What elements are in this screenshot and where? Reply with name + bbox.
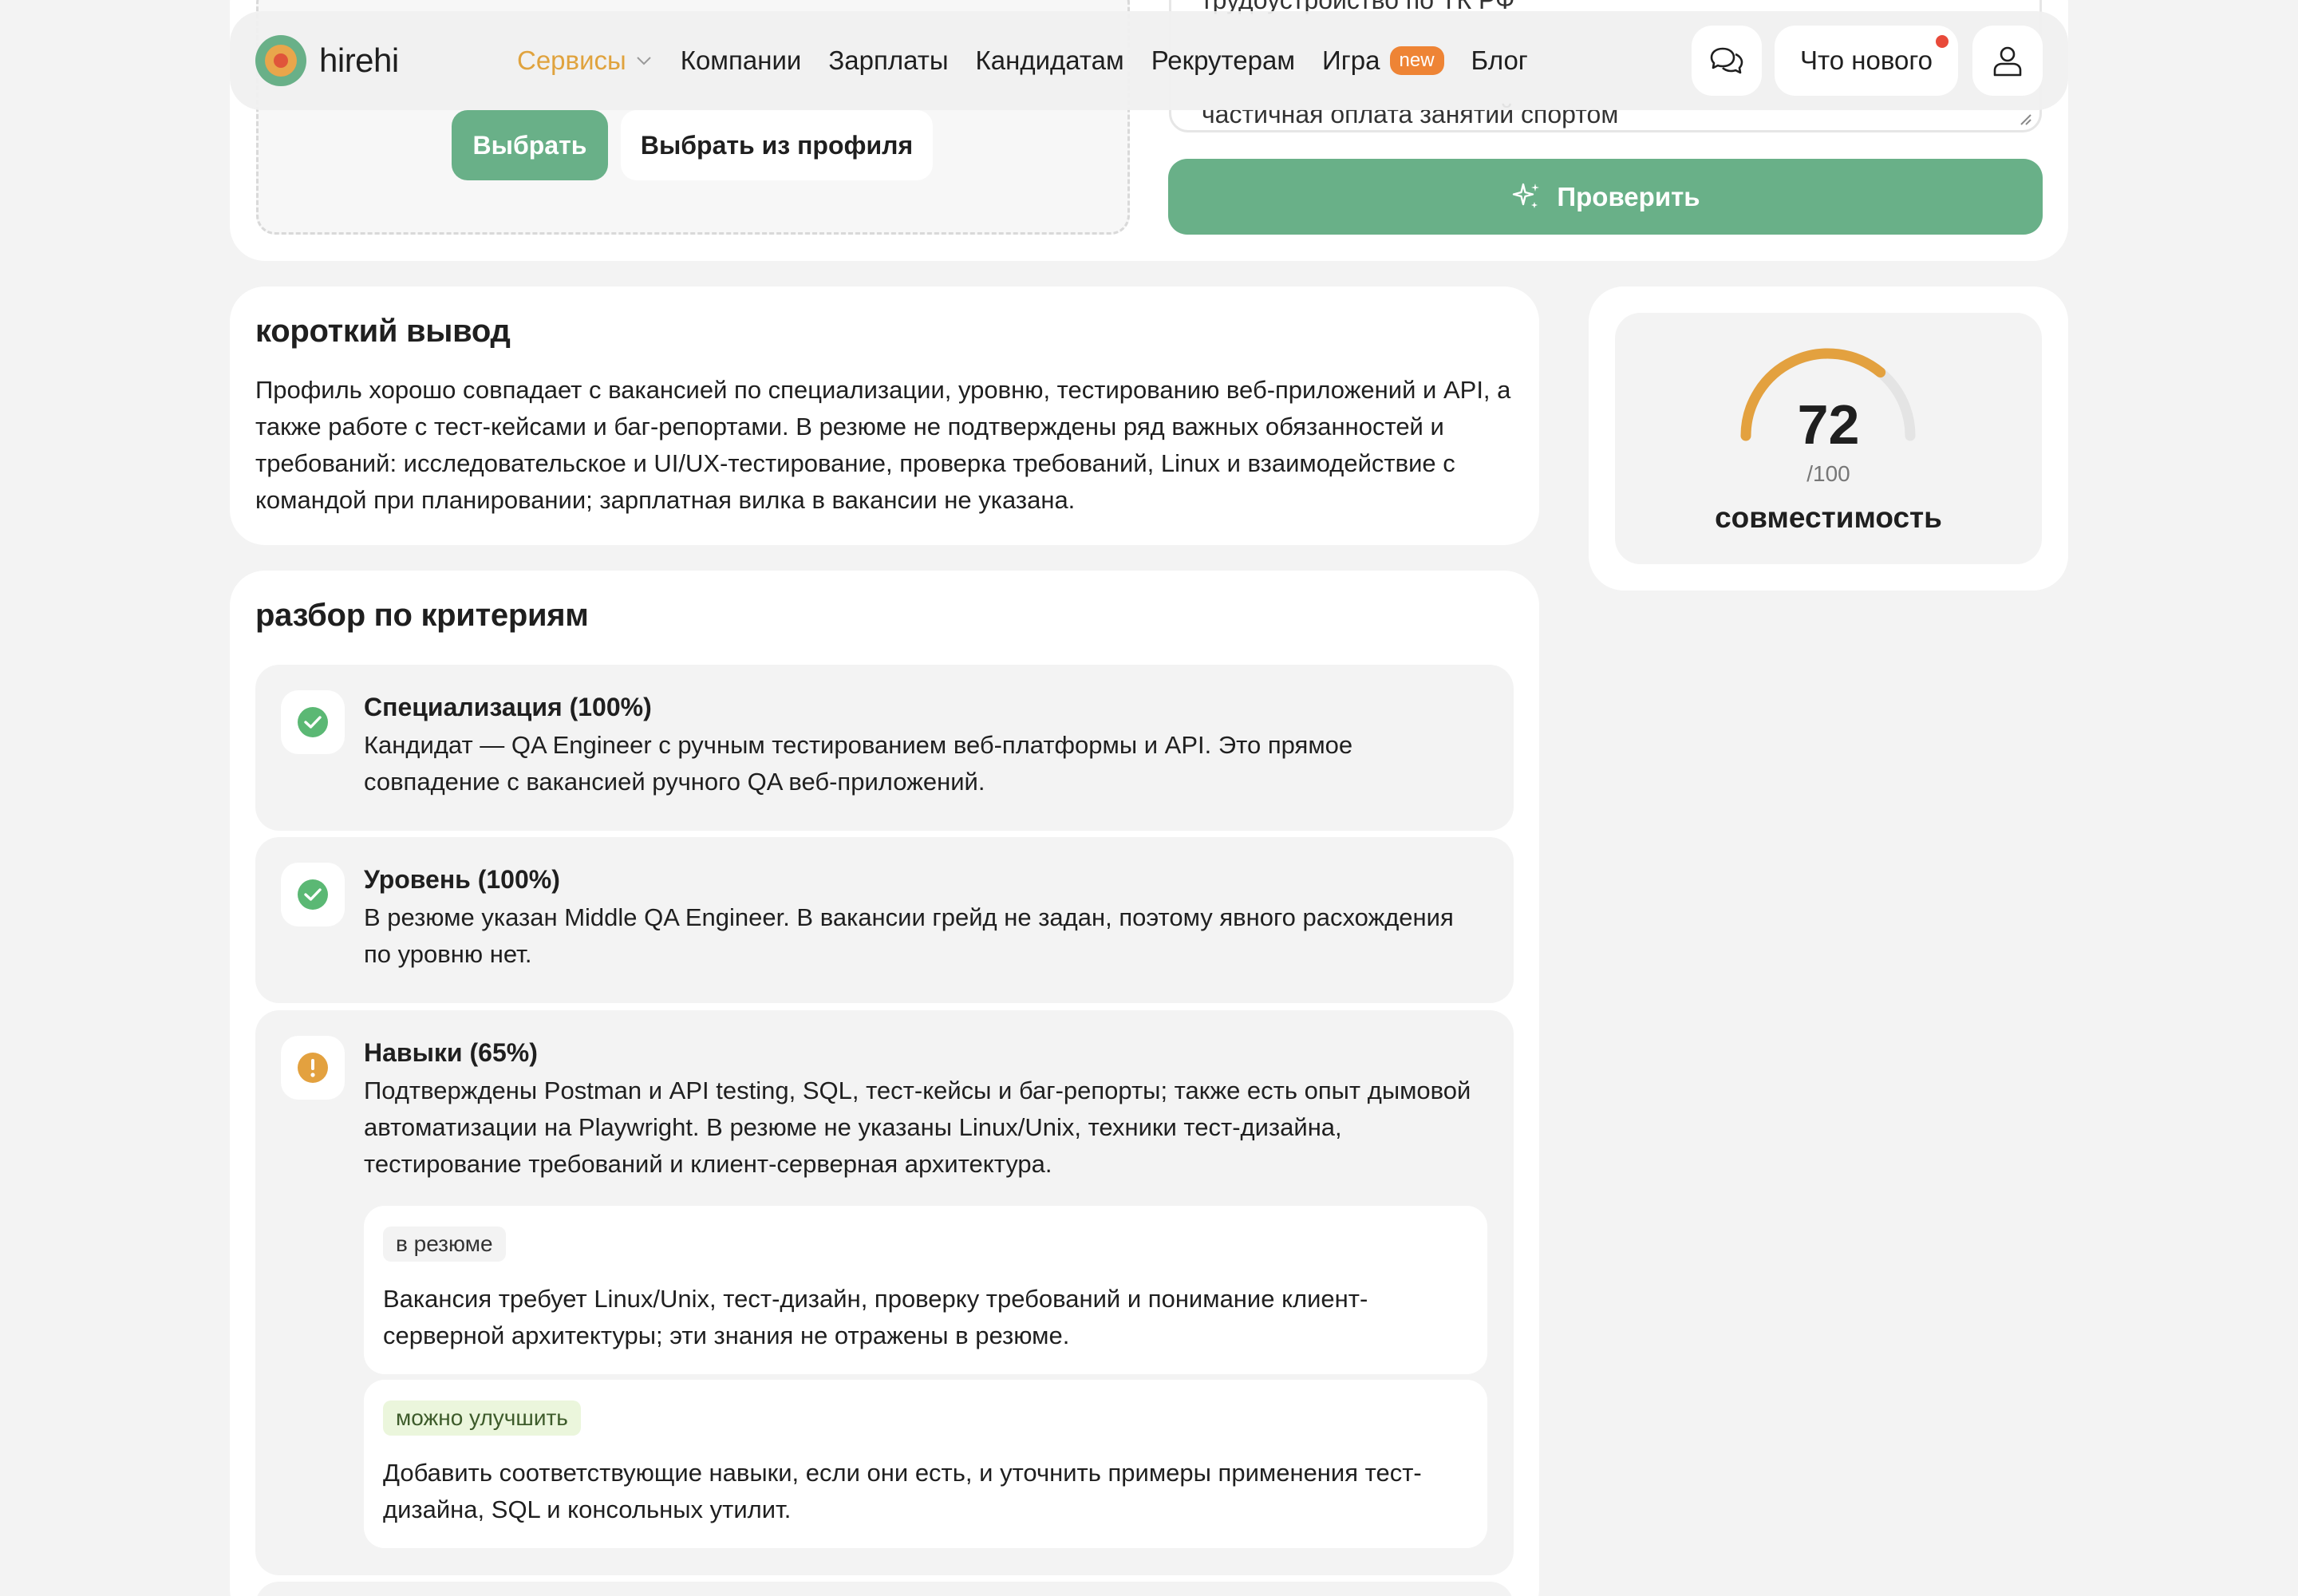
nav-game-label: Игра [1322, 45, 1380, 75]
note-tag-improve: можно улучшить [383, 1400, 581, 1436]
criterion-text: Кандидат — QA Engineer с ручным тестиров… [364, 731, 1353, 796]
new-badge: new [1389, 46, 1444, 75]
logo-text: hirehi [319, 41, 399, 79]
nav-salaries[interactable]: Зарплаты [828, 45, 948, 76]
note-text: Добавить соответствующие навыки, если он… [383, 1459, 1422, 1523]
chat-button[interactable] [1692, 26, 1762, 96]
status-icon-wrap [281, 690, 345, 754]
status-icon-wrap [281, 863, 345, 926]
top-navigation-bar: hirehi Сервисы Компании Зарплаты Кандида… [230, 11, 2068, 110]
chevron-down-icon [637, 57, 651, 65]
criteria-title: разбор по критериям [255, 598, 589, 633]
hirehi-logo-icon [255, 35, 306, 86]
compatibility-score-card: 72 /100 совместимость [1589, 286, 2068, 591]
criterion-item: Специализация (100%) Кандидат — QA Engin… [255, 665, 1514, 831]
score-max: /100 [1806, 461, 1850, 486]
criterion-item: Уровень (100%) В резюме указан Middle QA… [255, 837, 1514, 1003]
nav-game[interactable]: Игра new [1322, 45, 1444, 76]
nav-companies[interactable]: Компании [681, 45, 802, 76]
page: Выбрать Выбрать из профиля частичная опл… [0, 0, 2298, 1596]
status-icon-wrap [281, 1036, 345, 1100]
chat-bubbles-icon [1710, 47, 1743, 74]
criterion-note: можно улучшить Добавить соответствующие … [364, 1380, 1487, 1548]
score-value: 72 [1797, 393, 1860, 456]
warning-circle-icon [298, 1053, 328, 1083]
criterion-text: Подтверждены Postman и API testing, SQL,… [364, 1077, 1471, 1178]
compatibility-score-panel: 72 /100 совместимость [1615, 313, 2042, 564]
criteria-card: разбор по критериям Специализация (100%)… [230, 571, 1539, 1596]
whats-new-button[interactable]: Что нового [1775, 26, 1958, 96]
nav-services-label: Сервисы [517, 45, 626, 75]
score-label: совместимость [1715, 501, 1942, 534]
notification-dot [1936, 35, 1949, 48]
check-button-label: Проверить [1557, 181, 1700, 211]
check-button[interactable]: Проверить [1168, 159, 2043, 235]
note-tag: в резюме [383, 1227, 506, 1262]
profile-button[interactable] [1972, 26, 2043, 96]
choose-from-profile-button[interactable]: Выбрать из профиля [621, 110, 933, 180]
resize-grip-icon[interactable] [2017, 111, 2031, 125]
summary-card: короткий вывод Профиль хорошо совпадает … [230, 286, 1539, 545]
note-text: Вакансия требует Linux/Unix, тест-дизайн… [383, 1285, 1368, 1349]
criterion-title: Навыки (65%) [364, 1038, 538, 1067]
criterion-item-next [255, 1582, 1514, 1596]
summary-title: короткий вывод [255, 314, 511, 349]
logo[interactable]: hirehi [255, 35, 399, 86]
user-icon [1993, 46, 2022, 77]
summary-text: Профиль хорошо совпадает с вакансией по … [255, 376, 1511, 514]
criterion-title: Специализация (100%) [364, 693, 652, 721]
check-circle-icon [298, 879, 328, 910]
main-nav: Сервисы Компании Зарплаты Кандидатам Рек… [517, 11, 1555, 110]
criterion-text: В резюме указан Middle QA Engineer. В ва… [364, 903, 1454, 968]
criterion-title: Уровень (100%) [364, 865, 560, 894]
nav-blog[interactable]: Блог [1471, 45, 1528, 76]
sparkle-icon [1513, 183, 1540, 208]
nav-recruiters[interactable]: Рекрутерам [1151, 45, 1295, 76]
check-circle-icon [298, 707, 328, 737]
whats-new-label: Что нового [1799, 45, 1933, 75]
nav-services[interactable]: Сервисы [517, 45, 653, 76]
choose-file-button[interactable]: Выбрать [452, 110, 608, 180]
criterion-item: Навыки (65%) Подтверждены Postman и API … [255, 1010, 1514, 1575]
nav-candidates[interactable]: Кандидатам [976, 45, 1124, 76]
criterion-note: в резюме Вакансия требует Linux/Unix, те… [364, 1206, 1487, 1374]
